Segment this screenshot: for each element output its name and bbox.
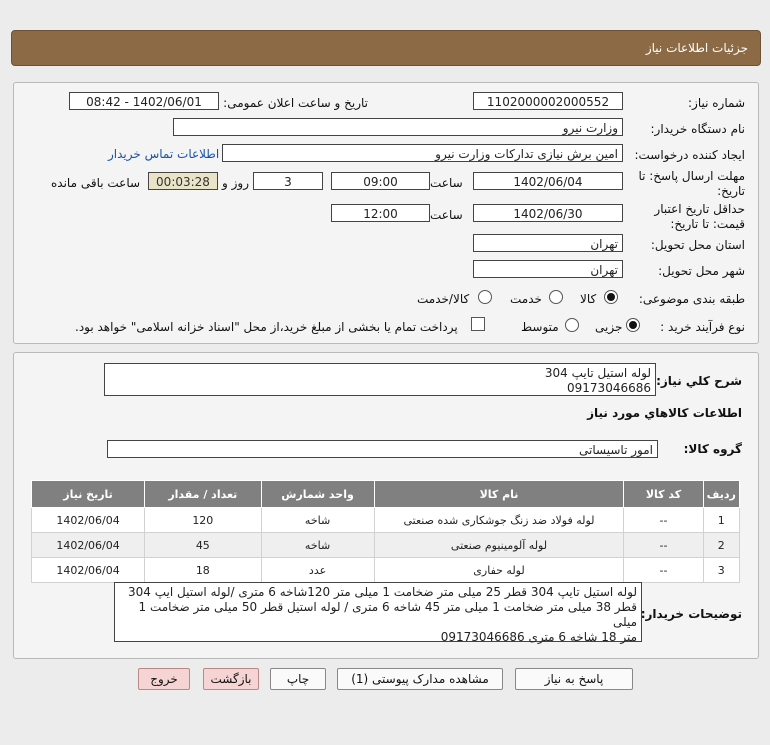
category-goods-radio[interactable] [604,290,618,304]
table-row: 2 -- لوله آلومینیوم صنعتی شاخه 45 1402/0… [30,532,741,558]
category-goods-service-radio[interactable] [478,290,492,304]
city-field: تهران [473,260,623,278]
requester-field: امین برش نیازی تدارکات وزارت نیرو [222,144,623,162]
buyer-notes-field: لوله استیل تایپ 304 قطر 25 میلی متر ضخام… [114,582,642,644]
col-row: ردیف [702,480,741,508]
deadline-label: مهلت ارسال پاسخ: تا [638,169,745,183]
goods-group-label: گروه کالا: [683,442,742,456]
col-quantity: تعداد / مقدار [144,480,262,508]
cell-quantity: 45 [144,532,262,558]
announce-label: تاریخ و ساعت اعلان عمومی: [223,96,368,110]
cell-row: 1 [702,507,741,533]
reply-button[interactable]: پاسخ به نیاز [515,668,633,690]
col-date: تاریخ نیاز [30,480,146,508]
cell-unit: شاخه [260,507,375,533]
category-goods-service-label: کالا/خدمت [417,292,470,306]
cell-unit: شاخه [260,532,375,558]
buyer-contact-link[interactable]: اطلاعات تماس خریدار [108,147,219,161]
summary-line-2: 09173046686 [567,381,651,395]
category-service-radio[interactable] [549,290,563,304]
cell-code: -- [623,557,704,583]
remaining-label: ساعت باقی مانده [51,176,141,190]
summary-line-1: لوله استیل تایپ 304 [544,366,651,380]
table-header-row: ردیف کد کالا نام کالا واحد شمارش تعداد /… [30,480,741,508]
col-name: نام کالا [373,480,625,508]
validity-label: حداقل تاریخ اعتبار [654,202,745,216]
days-label: روز و [222,176,249,190]
purchase-medium-radio[interactable] [565,318,579,332]
purchase-type-label: نوع فرآیند خرید : [660,320,745,334]
days-field: 3 [253,172,323,190]
table-row: 3 -- لوله حفاری عدد 18 1402/06/04 [30,557,741,583]
buyer-notes-line-1: لوله استیل تایپ 304 قطر 25 میلی متر ضخام… [128,585,637,599]
category-service-label: خدمت [510,292,542,306]
treasury-payment-note: پرداخت تمام یا بخشی از مبلغ خرید،از محل … [75,320,458,334]
cell-date: 1402/06/04 [30,532,146,558]
buyer-notes-label: توضیحات خریدار: [640,607,742,621]
cell-unit: عدد [260,557,375,583]
page-title: جزئیات اطلاعات نیاز [645,41,748,55]
cell-code: -- [623,507,704,533]
buyer-notes-line-3: متر 18 شاخه 6 متری 09173046686 [440,630,637,644]
back-button[interactable]: بازگشت [203,668,259,690]
goods-table: ردیف کد کالا نام کالا واحد شمارش تعداد /… [30,480,741,583]
cell-row: 3 [702,557,741,583]
cell-date: 1402/06/04 [30,507,146,533]
buyer-org-label: نام دستگاه خریدار: [650,122,746,136]
validity-time-field: 12:00 [331,204,430,222]
deadline-time-label: ساعت [430,176,463,190]
cell-date: 1402/06/04 [30,557,146,583]
cell-code: -- [623,532,704,558]
buyer-org-field: وزارت نیرو [173,118,623,136]
cell-name: لوله فولاد ضد زنگ جوشکاری شده صنعتی [373,507,625,533]
summary-label: شرح کلي نياز: [656,374,742,388]
print-button[interactable]: چاپ [270,668,326,690]
exit-button[interactable]: خروج [138,668,190,690]
need-number-label: شماره نیاز: [688,96,745,110]
deadline-time-field: 09:00 [331,172,430,190]
cell-name: لوله آلومینیوم صنعتی [373,532,625,558]
need-number-field: 1102000002000552 [473,92,623,110]
table-row: 1 -- لوله فولاد ضد زنگ جوشکاری شده صنعتی… [30,507,741,533]
announce-field: 1402/06/01 - 08:42 [69,92,219,110]
goods-section-title: اطلاعات کالاهاي مورد نياز [587,406,742,420]
purchase-minor-radio[interactable] [626,318,640,332]
cell-row: 2 [702,532,741,558]
col-unit: واحد شمارش [260,480,375,508]
validity-time-label: ساعت [430,208,463,222]
validity-label-2: قیمت: تا تاریخ: [670,217,745,231]
treasury-payment-checkbox[interactable] [471,317,485,331]
summary-field: لوله استیل تایپ 304 09173046686 [104,363,656,396]
page-header: جزئیات اطلاعات نیاز [11,30,761,66]
col-code: کد کالا [623,480,704,508]
buyer-notes-line-2: قطر 38 میلی متر ضخامت 1 میلی متر 45 شاخه… [138,600,637,629]
category-label: طبقه بندی موضوعی: [638,292,745,306]
deadline-label-2: تاریخ: [717,184,745,198]
cell-quantity: 120 [144,507,262,533]
province-label: استان محل تحویل: [650,238,745,252]
validity-date-field: 1402/06/30 [473,204,623,222]
cell-name: لوله حفاری [373,557,625,583]
cell-quantity: 18 [144,557,262,583]
remaining-time-field: 00:03:28 [148,172,218,190]
category-goods-label: کالا [580,292,597,306]
purchase-minor-label: جزیی [595,320,623,334]
city-label: شهر محل تحویل: [658,264,745,278]
goods-group-field: امور تاسیساتی [107,440,658,458]
deadline-date-field: 1402/06/04 [473,172,623,190]
province-field: تهران [473,234,623,252]
view-attachments-button[interactable]: مشاهده مدارک پیوستی (1) [337,668,503,690]
requester-label: ایجاد کننده درخواست: [634,148,745,162]
purchase-medium-label: متوسط [521,320,559,334]
